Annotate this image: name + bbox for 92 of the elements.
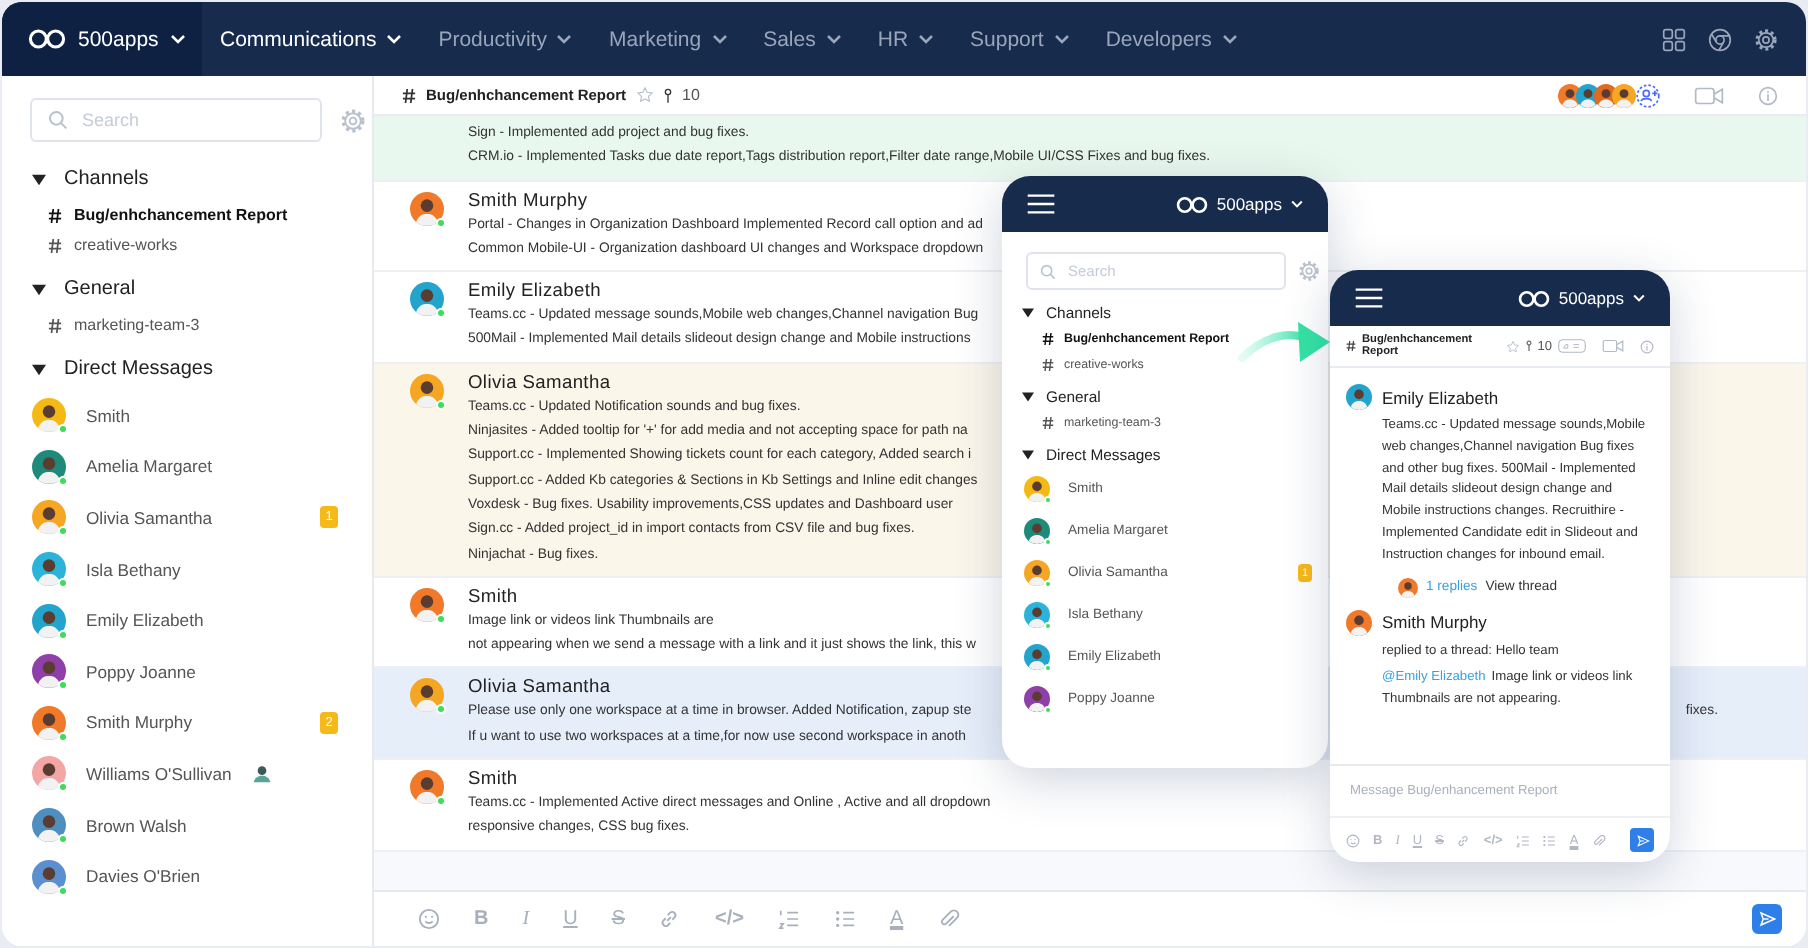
hash-icon: [402, 87, 416, 103]
direct-message-item[interactable]: Brown Walsh: [2, 799, 372, 851]
nav-menu[interactable]: Productivity: [420, 2, 591, 76]
settings-icon[interactable]: [1754, 27, 1778, 51]
star-icon[interactable]: [636, 86, 655, 104]
author-name: Smith: [468, 583, 518, 610]
hash-icon: [48, 237, 62, 253]
nav-menu[interactable]: Support: [952, 2, 1088, 76]
star-icon[interactable]: [1505, 339, 1520, 353]
nav-menu[interactable]: HR: [859, 2, 953, 76]
pin-icon[interactable]: [664, 87, 673, 103]
nav-menu[interactable]: Sales: [745, 2, 860, 76]
chevron-icon: [1632, 294, 1646, 302]
direct-message-item[interactable]: Davies O'Brien: [2, 850, 372, 902]
send-icon: [1758, 910, 1776, 928]
caret-down-icon: [32, 363, 46, 375]
chevron-icon: [386, 34, 403, 44]
hash-icon: [48, 207, 62, 223]
channel-item[interactable]: Bug/enhchancement Report: [2, 200, 288, 230]
bullet-list-icon[interactable]: [1542, 833, 1557, 847]
direct-message-item[interactable]: Isla Bethany: [2, 543, 372, 595]
menu-icon[interactable]: [1354, 288, 1384, 308]
caret-down-icon: [1022, 308, 1034, 318]
chevron-icon: [1053, 34, 1070, 44]
channel-item[interactable]: creative-works: [2, 230, 178, 260]
info-icon[interactable]: [1640, 339, 1654, 353]
author-name: Smith Murphy: [1382, 612, 1487, 633]
send-icon: [1635, 833, 1649, 847]
thread-options-icon[interactable]: [1558, 338, 1586, 354]
bullet-list-icon[interactable]: [833, 908, 856, 930]
chevron-icon: [1290, 200, 1304, 208]
send-button[interactable]: [1752, 904, 1782, 934]
search-field[interactable]: Search: [30, 98, 322, 142]
author-name: Emily Elizabeth: [1382, 387, 1499, 407]
author-name: Smith: [468, 766, 518, 793]
chevron-icon: [556, 34, 573, 44]
hash-icon: [48, 317, 62, 333]
logo-icon: [1518, 289, 1551, 307]
paperclip-icon[interactable]: [1591, 833, 1606, 847]
direct-message-item[interactable]: Emily Elizabeth: [2, 594, 372, 646]
search-icon: [1040, 263, 1056, 279]
hash-icon: [1042, 358, 1054, 372]
caret-down-icon: [1022, 392, 1034, 402]
link-icon[interactable]: [1456, 833, 1471, 847]
hash-icon: [1042, 416, 1054, 430]
video-call-icon[interactable]: [1694, 85, 1724, 105]
chevron-icon: [1221, 34, 1238, 44]
video-call-icon[interactable]: [1602, 338, 1624, 354]
pin-count: 10: [682, 86, 700, 104]
workspace-switcher[interactable]: 500apps: [1176, 194, 1304, 214]
author-name: Smith Murphy: [468, 187, 588, 214]
info-icon[interactable]: [1758, 85, 1778, 105]
emoji-icon[interactable]: [1346, 833, 1360, 847]
author-name: Olivia Samantha: [468, 674, 611, 701]
direct-message-item[interactable]: Smith: [2, 390, 372, 442]
chevron-icon: [825, 34, 842, 44]
caret-down-icon: [32, 283, 46, 295]
emoji-icon[interactable]: [418, 908, 440, 930]
section-header[interactable]: Direct Messages: [2, 348, 213, 390]
direct-message-item[interactable]: Williams O'Sullivan: [2, 748, 372, 800]
logo-icon: [1176, 195, 1209, 213]
menu-icon[interactable]: [1026, 194, 1056, 214]
hash-icon: [1346, 340, 1356, 352]
author-name: Olivia Samantha: [468, 369, 611, 396]
numbered-list-icon[interactable]: [1515, 833, 1530, 847]
send-button[interactable]: [1630, 828, 1654, 852]
search-icon: [48, 110, 68, 130]
section-header[interactable]: General: [2, 268, 136, 310]
nav-menu[interactable]: Developers: [1087, 2, 1256, 76]
link-icon[interactable]: [658, 908, 681, 930]
section-header[interactable]: Channels: [2, 158, 149, 200]
logo-icon: [28, 28, 66, 50]
channel-item[interactable]: marketing-team-3: [2, 310, 200, 340]
workspace-switcher[interactable]: 500apps: [2, 2, 202, 76]
chevron-icon: [918, 34, 935, 44]
direct-message-item[interactable]: Poppy Joanne: [2, 645, 372, 698]
paperclip-icon[interactable]: [937, 908, 960, 930]
apps-grid-icon[interactable]: [1662, 27, 1686, 51]
workspace-switcher[interactable]: 500apps: [1518, 288, 1646, 308]
author-name: Emily Elizabeth: [468, 278, 602, 305]
circle-icon[interactable]: [1708, 27, 1732, 51]
caret-down-icon: [1022, 450, 1034, 460]
arrow-drawing: [1238, 320, 1330, 364]
caret-down-icon: [32, 173, 46, 185]
add-member-icon[interactable]: [1636, 83, 1660, 107]
nav-menu[interactable]: Marketing: [590, 2, 746, 76]
nav-menu[interactable]: Communications: [202, 2, 421, 76]
direct-message-item[interactable]: Amelia Margaret: [2, 441, 372, 493]
chevron-icon: [711, 34, 728, 44]
chevron-icon: [170, 34, 187, 44]
numbered-list-icon[interactable]: [777, 908, 800, 930]
hash-icon: [1042, 332, 1054, 346]
